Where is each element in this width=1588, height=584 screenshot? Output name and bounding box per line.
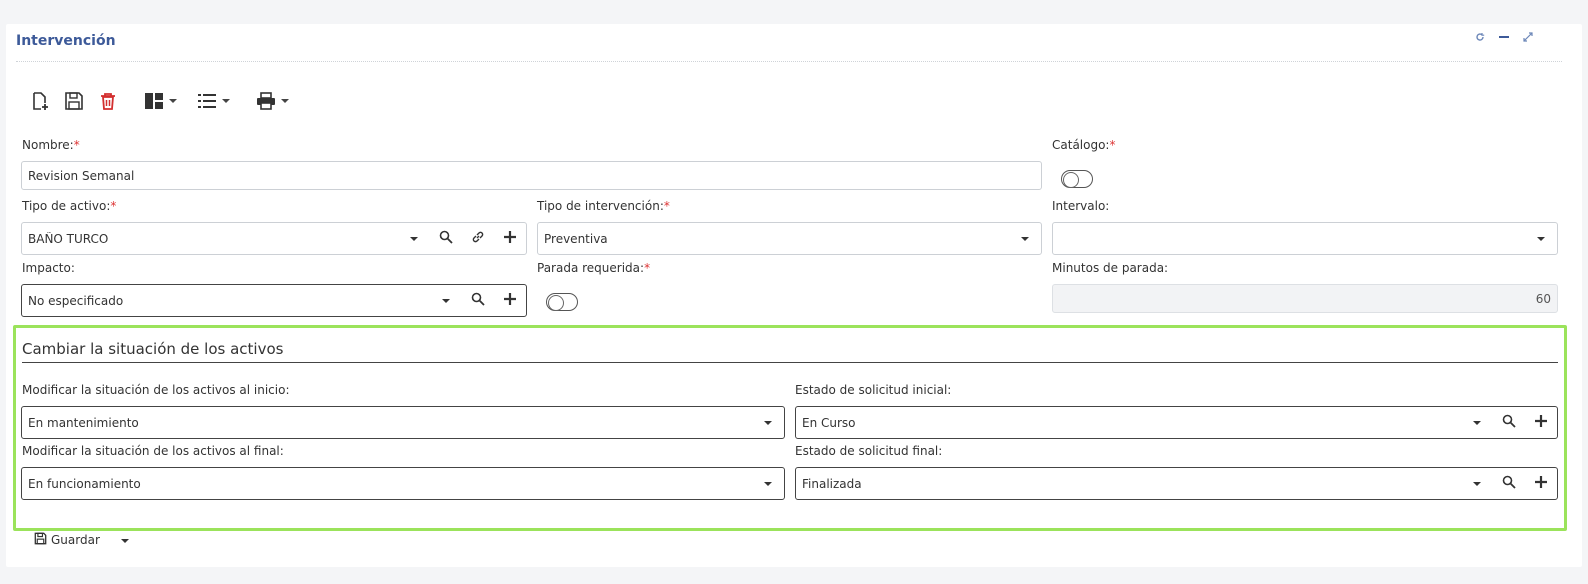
minimize-icon[interactable]: [1498, 31, 1510, 45]
final-label: Modificar la situación de los activos al…: [22, 444, 284, 458]
plus-icon: [1535, 415, 1547, 430]
refresh-icon[interactable]: [1474, 31, 1486, 45]
chevron-down-icon: [764, 420, 772, 425]
guardar-options-chevron-down-icon[interactable]: [121, 539, 129, 543]
nombre-label: Nombre:*: [22, 138, 80, 152]
section-title: Cambiar la situación de los activos: [22, 340, 284, 358]
search-button[interactable]: [1493, 407, 1525, 438]
delete-button[interactable]: [98, 88, 118, 114]
chevron-down-icon: [1473, 481, 1481, 486]
dropdown-toggle[interactable]: [752, 407, 784, 438]
estado-inicial-label: Estado de solicitud inicial:: [795, 383, 952, 397]
title-divider: [16, 61, 1562, 62]
minutos-label: Minutos de parada:: [1052, 261, 1169, 275]
floppy-disk-icon: [34, 532, 47, 548]
estado-final-select[interactable]: Finalizada: [795, 467, 1558, 500]
tipo-intervencion-label: Tipo de intervención:*: [537, 199, 670, 213]
new-file-icon: [30, 91, 50, 111]
dropdown-toggle[interactable]: [752, 468, 784, 499]
catalogo-label: Catálogo:*: [1052, 138, 1116, 152]
add-button[interactable]: [1525, 468, 1557, 499]
search-icon: [1502, 414, 1516, 431]
list-icon: [197, 91, 217, 111]
add-button[interactable]: [494, 223, 526, 254]
catalogo-toggle[interactable]: [1061, 170, 1093, 188]
search-button[interactable]: [1493, 468, 1525, 499]
parada-toggle[interactable]: [546, 293, 578, 311]
impacto-label: Impacto:: [22, 261, 75, 275]
plus-icon: [504, 231, 516, 246]
tipo-activo-label: Tipo de activo:*: [22, 199, 117, 213]
chevron-down-icon: [410, 236, 418, 241]
chevron-down-icon: [281, 99, 289, 103]
search-icon: [471, 292, 485, 309]
search-icon: [439, 230, 453, 247]
layout-icon: [144, 91, 164, 111]
plus-icon: [1535, 476, 1547, 491]
impacto-select[interactable]: No especificado: [21, 284, 527, 317]
floppy-disk-icon: [64, 91, 84, 111]
dropdown-toggle[interactable]: [1461, 407, 1493, 438]
window-controls: [1474, 31, 1534, 45]
search-button[interactable]: [462, 285, 494, 316]
add-button[interactable]: [1525, 407, 1557, 438]
minutos-input: 60: [1052, 284, 1558, 313]
layout-menu-button[interactable]: [144, 88, 177, 114]
new-document-button[interactable]: [30, 88, 50, 114]
toolbar: [30, 88, 303, 114]
parada-label: Parada requerida:*: [537, 261, 651, 275]
dropdown-toggle[interactable]: [1525, 223, 1557, 254]
inicio-select[interactable]: En mantenimiento: [21, 406, 785, 439]
add-button[interactable]: [494, 285, 526, 316]
tipo-activo-select[interactable]: BAÑO TURCO: [21, 222, 527, 255]
final-select[interactable]: En funcionamiento: [21, 467, 785, 500]
link-button[interactable]: [462, 223, 494, 254]
expand-icon[interactable]: [1522, 31, 1534, 45]
guardar-label: Guardar: [51, 533, 100, 547]
chevron-down-icon: [1473, 420, 1481, 425]
dropdown-toggle[interactable]: [398, 223, 430, 254]
intervalo-label: Intervalo:: [1052, 199, 1110, 213]
panel-title: Intervención: [16, 33, 116, 49]
chevron-down-icon: [169, 99, 177, 103]
dropdown-toggle[interactable]: [430, 285, 462, 316]
list-menu-button[interactable]: [197, 88, 230, 114]
chevron-down-icon: [1537, 236, 1545, 241]
trash-icon: [98, 91, 118, 111]
chevron-down-icon: [764, 481, 772, 486]
link-icon: [471, 230, 485, 247]
section-divider: [22, 362, 1558, 363]
search-icon: [1502, 475, 1516, 492]
guardar-button[interactable]: Guardar: [34, 532, 100, 548]
nombre-input[interactable]: Revision Semanal: [21, 161, 1042, 190]
chevron-down-icon: [1021, 236, 1029, 241]
inicio-label: Modificar la situación de los activos al…: [22, 383, 290, 397]
dropdown-toggle[interactable]: [1009, 223, 1041, 254]
plus-icon: [504, 293, 516, 308]
chevron-down-icon: [222, 99, 230, 103]
intervalo-select[interactable]: [1052, 222, 1558, 255]
dropdown-toggle[interactable]: [1461, 468, 1493, 499]
search-button[interactable]: [430, 223, 462, 254]
estado-inicial-select[interactable]: En Curso: [795, 406, 1558, 439]
chevron-down-icon: [442, 298, 450, 303]
printer-icon: [256, 91, 276, 111]
estado-final-label: Estado de solicitud final:: [795, 444, 943, 458]
save-toolbar-button[interactable]: [64, 88, 84, 114]
tipo-intervencion-select[interactable]: Preventiva: [537, 222, 1042, 255]
print-menu-button[interactable]: [256, 88, 289, 114]
